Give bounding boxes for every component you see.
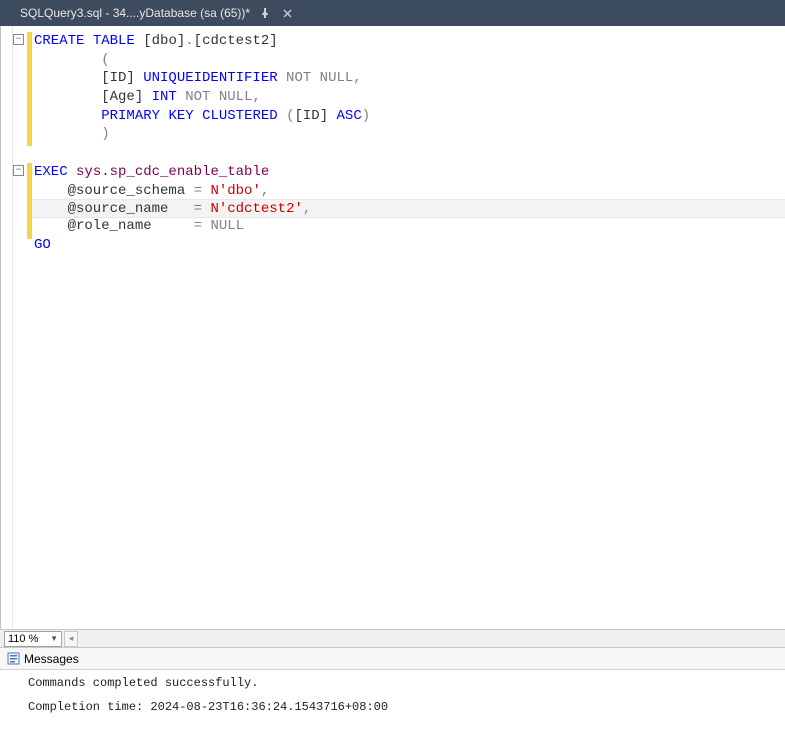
tab-bar: SQLQuery3.sql - 34....yDatabase (sa (65)… [0, 0, 785, 26]
scroll-left-icon[interactable]: ◂ [64, 631, 78, 647]
code-line[interactable]: [ID] UNIQUEIDENTIFIER NOT NULL, [32, 69, 785, 88]
message-line: Commands completed successfully. [28, 676, 777, 690]
code-line[interactable]: [Age] INT NOT NULL, [32, 88, 785, 107]
code-line[interactable]: ( [32, 51, 785, 70]
messages-panel: Messages Commands completed successfully… [0, 647, 785, 730]
fold-toggle-icon[interactable]: − [13, 165, 24, 176]
editor-footer-bar: 110 % ▼ ◂ [0, 629, 785, 647]
code-line[interactable]: GO [32, 236, 785, 255]
code-line[interactable]: CREATE TABLE [dbo].[cdctest2] [32, 32, 785, 51]
pin-icon[interactable] [258, 6, 272, 20]
messages-tab[interactable]: Messages [0, 648, 785, 670]
code-line[interactable]: ) [32, 125, 785, 144]
code-line[interactable]: PRIMARY KEY CLUSTERED ([ID] ASC) [32, 107, 785, 126]
code-line[interactable] [32, 144, 785, 163]
code-editor[interactable]: 1 − − CREATE TABLE [dbo].[cdctest2] ( [I… [0, 26, 785, 629]
code-line[interactable]: @role_name = NULL [32, 217, 785, 236]
document-tab[interactable]: SQLQuery3.sql - 34....yDatabase (sa (65)… [12, 0, 302, 26]
close-icon[interactable] [280, 6, 294, 20]
messages-title: Messages [24, 652, 79, 666]
fold-toggle-icon[interactable]: − [13, 34, 24, 45]
breakpoint-gutter[interactable]: 1 [1, 26, 13, 629]
outline-gutter: − − [13, 26, 27, 629]
zoom-select[interactable]: 110 % ▼ [4, 631, 62, 647]
code-line[interactable]: EXEC sys.sp_cdc_enable_table [32, 163, 785, 182]
code-content[interactable]: CREATE TABLE [dbo].[cdctest2] ( [ID] UNI… [32, 26, 785, 629]
code-line-current[interactable]: @source_name = N'cdctest2', [32, 199, 785, 218]
code-line[interactable]: @source_schema = N'dbo', [32, 182, 785, 201]
message-line: Completion time: 2024-08-23T16:36:24.154… [28, 700, 777, 714]
messages-output[interactable]: Commands completed successfully. Complet… [0, 670, 785, 730]
chevron-down-icon: ▼ [50, 634, 58, 643]
zoom-value: 110 % [8, 633, 38, 645]
tab-title: SQLQuery3.sql - 34....yDatabase (sa (65)… [20, 6, 250, 20]
messages-icon [6, 652, 20, 666]
